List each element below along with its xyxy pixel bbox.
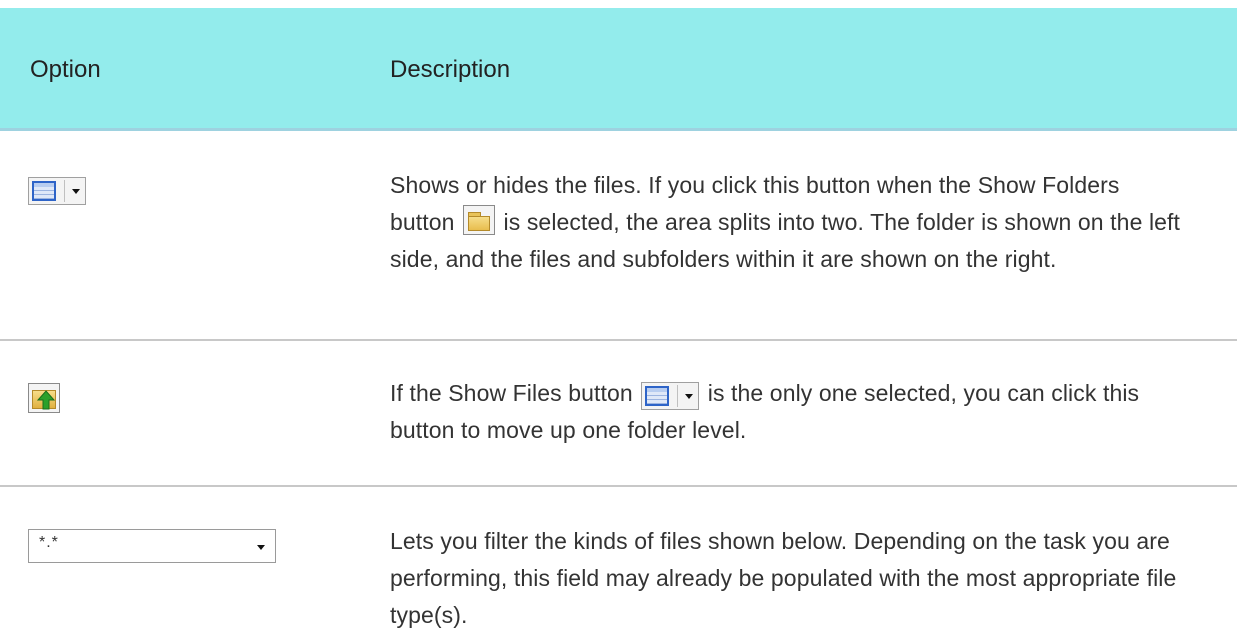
table-row: If the Show Files button is the only one…	[0, 341, 1237, 487]
option-column-header: Option	[30, 56, 101, 83]
separator	[677, 385, 679, 407]
grid-icon	[645, 386, 670, 406]
grid-icon	[32, 181, 56, 201]
table-header: Option Description	[0, 8, 1237, 131]
description-cell: Shows or hides the files. If you click t…	[390, 167, 1190, 278]
show-files-button-icon	[641, 382, 700, 410]
show-files-button-icon[interactable]	[28, 177, 86, 205]
description-cell: If the Show Files button is the only one…	[390, 375, 1190, 449]
file-filter-dropdown[interactable]: *.*	[28, 529, 276, 563]
separator	[64, 180, 65, 202]
chevron-down-icon	[685, 393, 694, 399]
option-cell: *.*	[28, 529, 276, 563]
chevron-down-icon	[257, 545, 265, 550]
description-text: is selected, the area splits into two. T…	[390, 209, 1181, 272]
description-text: Lets you filter the kinds of files shown…	[390, 528, 1177, 628]
description-text: If the Show Files button	[390, 380, 640, 406]
option-cell	[28, 383, 60, 418]
description-column-header: Description	[390, 56, 511, 83]
folder-body	[468, 216, 491, 231]
show-folders-button-icon	[463, 205, 496, 235]
description-cell: Lets you filter the kinds of files shown…	[390, 523, 1190, 634]
chevron-down-icon	[72, 188, 80, 194]
arrow-up-icon	[37, 390, 55, 410]
table-row: *.* Lets you filter the kinds of files s…	[0, 489, 1237, 641]
up-one-level-button-icon[interactable]	[28, 383, 60, 413]
table-row: Shows or hides the files. If you click t…	[0, 134, 1237, 341]
filter-value: *.*	[39, 534, 59, 551]
option-cell	[28, 177, 86, 206]
